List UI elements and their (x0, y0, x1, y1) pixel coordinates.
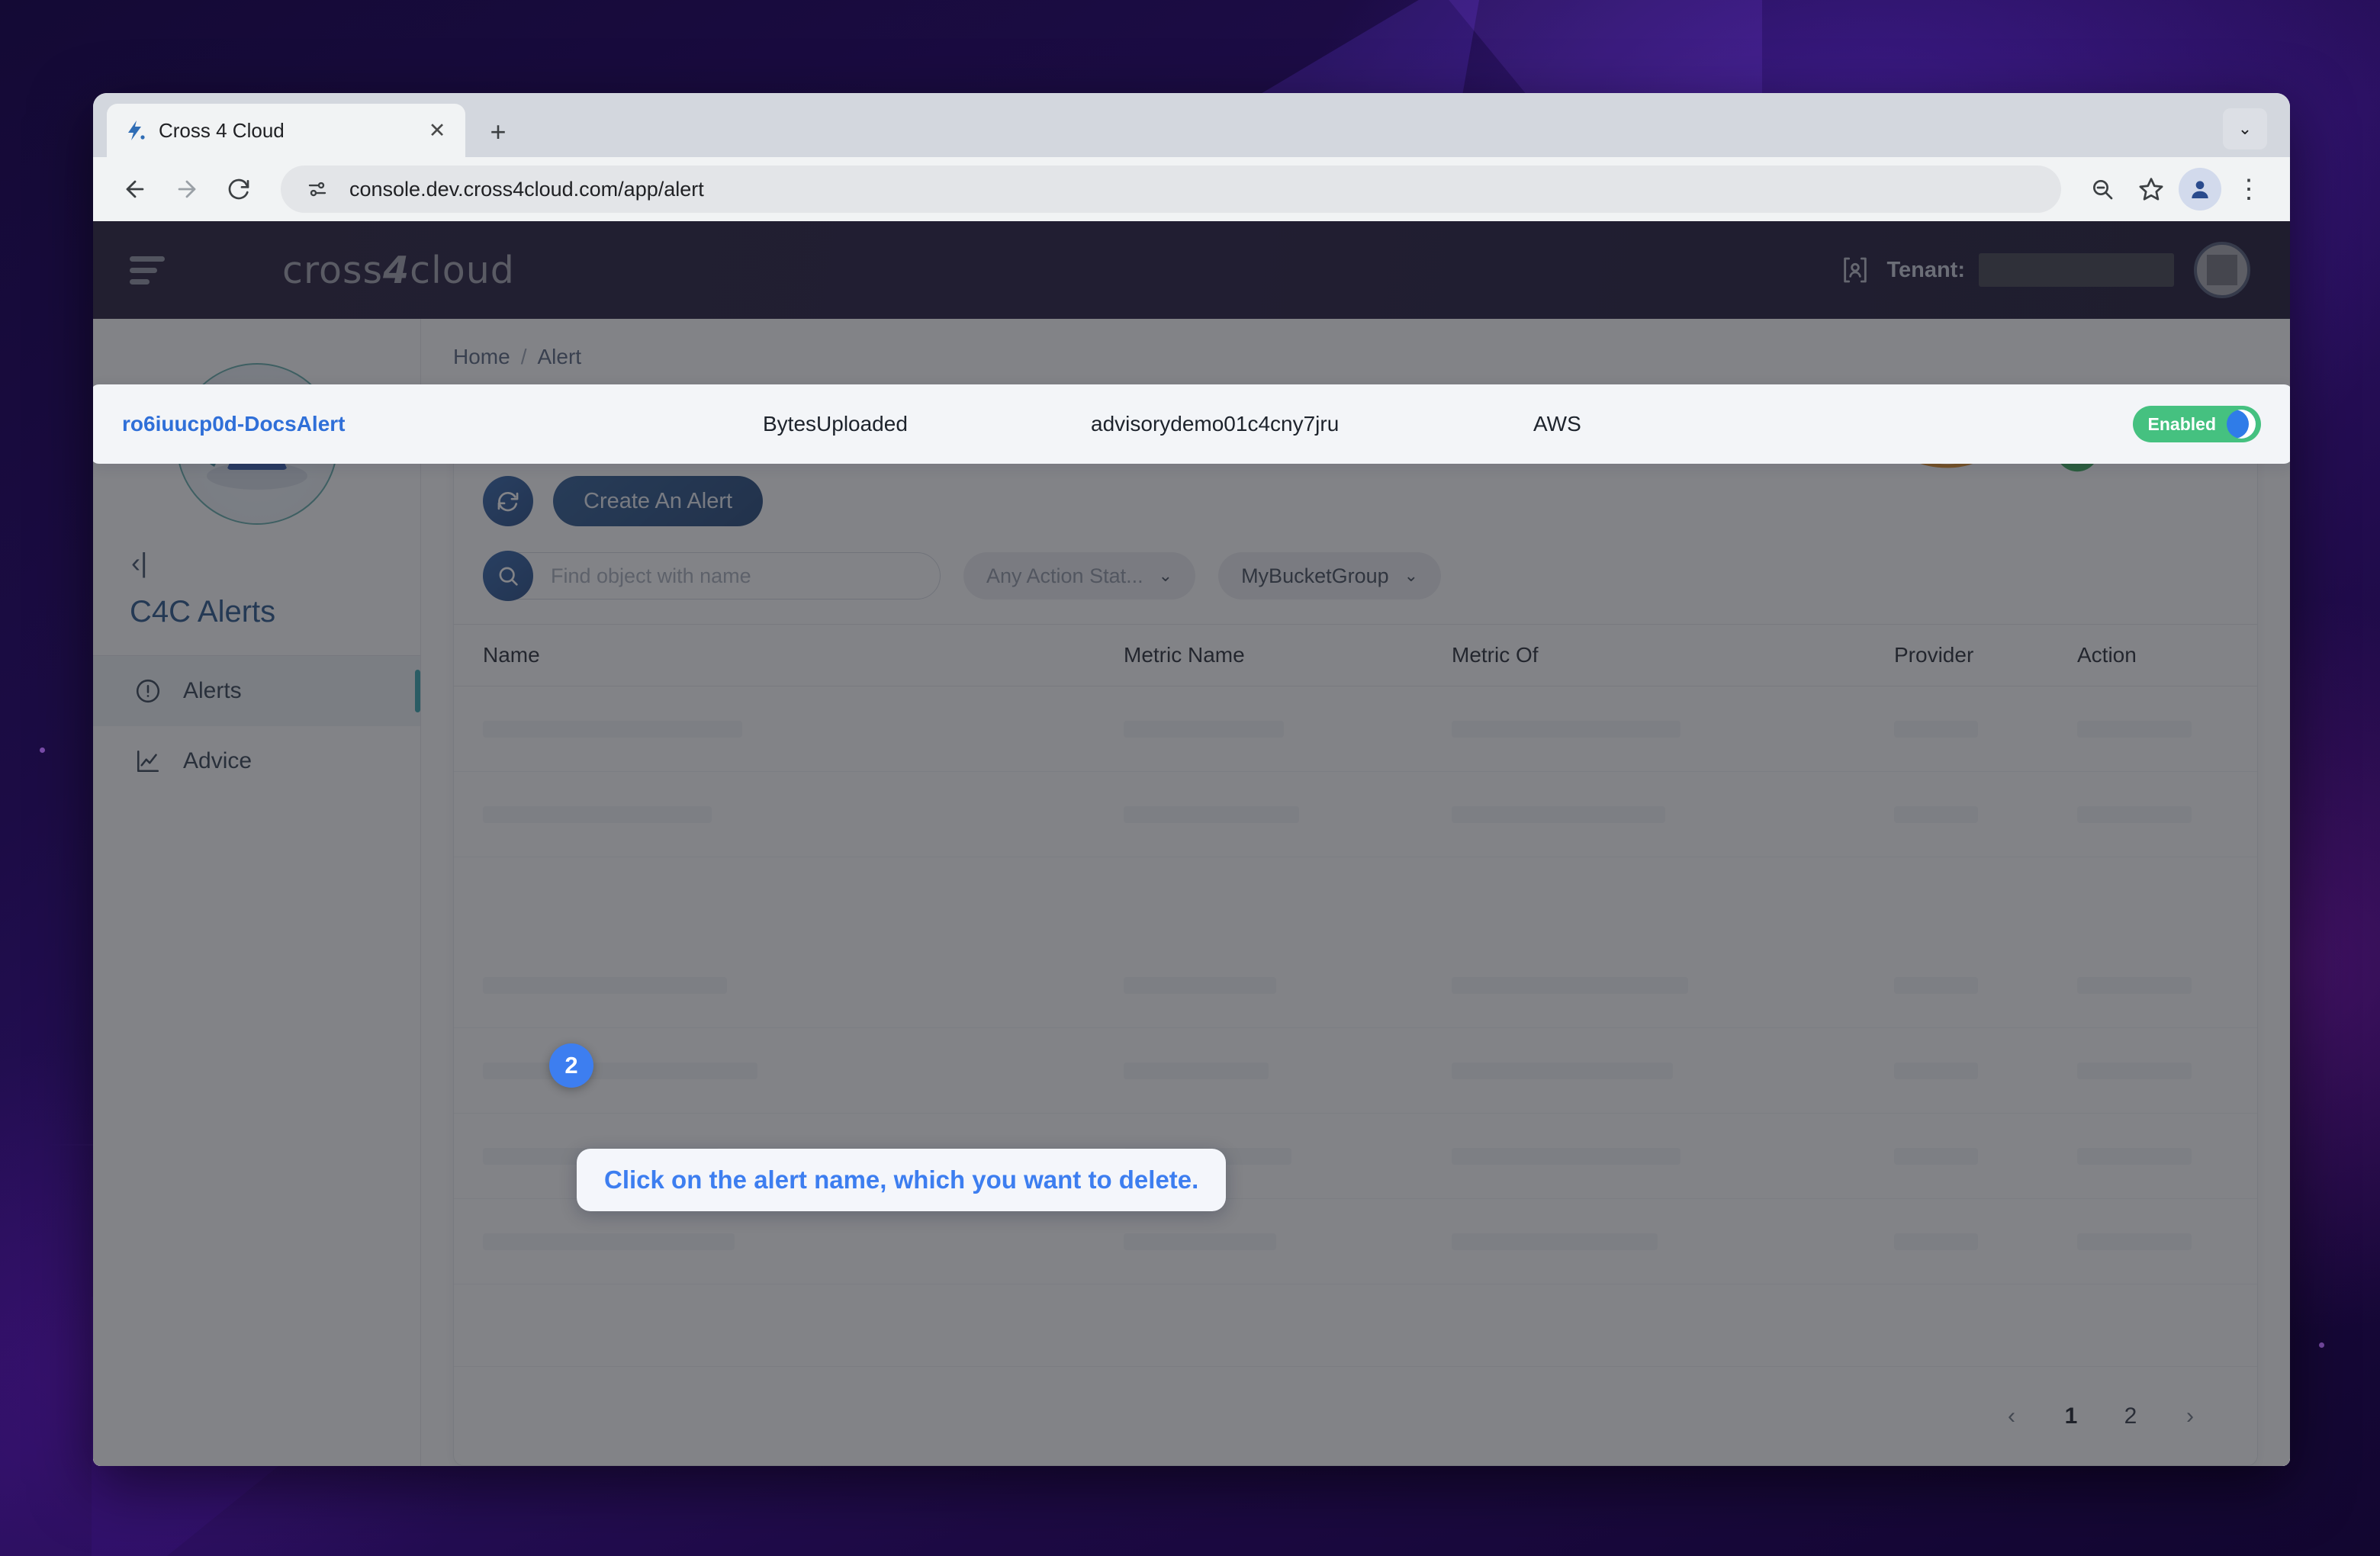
card-actions: Create An Alert (483, 476, 2228, 526)
site-settings-icon[interactable] (301, 172, 334, 206)
sidebar-collapse-button[interactable]: ‹| (131, 545, 172, 581)
chevron-down-icon: ⌄ (1158, 566, 1173, 585)
highlighted-alert-row[interactable]: ro6iuucp0d-DocsAlert BytesUploaded advis… (93, 384, 2290, 464)
alert-circle-icon (133, 676, 163, 706)
browser-tab-strip: Cross 4 Cloud ✕ + ⌄ (93, 93, 2290, 157)
status-toggle[interactable]: Enabled (2132, 406, 2261, 442)
bucket-group-value: MyBucketGroup (1241, 564, 1389, 587)
sidebar: ‹| C4C Alerts Alerts Advice (93, 319, 421, 1466)
pagination-page-2[interactable]: 2 (2108, 1394, 2153, 1439)
zoom-out-icon[interactable] (2081, 168, 2124, 211)
brand-post: cloud (410, 248, 515, 292)
close-icon[interactable]: ✕ (424, 117, 450, 143)
alert-metric-of: advisorydemo01c4cny7jru (1091, 412, 1340, 436)
alert-provider: AWS (1533, 412, 1581, 436)
column-header-action: Action (2077, 643, 2137, 667)
status-badge: Enabled (2147, 413, 2216, 434)
pagination-prev-button[interactable]: ‹ (1989, 1394, 2034, 1439)
coachmark-step-badge: 2 (549, 1043, 593, 1088)
browser-toolbar: console.dev.cross4cloud.com/app/alert ⋮ (93, 157, 2290, 221)
chevron-down-icon: ⌄ (1404, 566, 1419, 585)
chevron-down-icon[interactable]: ⌄ (2223, 108, 2267, 149)
search-icon[interactable] (483, 551, 533, 601)
sidebar-item-alerts[interactable]: Alerts (93, 656, 420, 726)
table-row[interactable] (454, 686, 2257, 772)
bucket-group-dropdown[interactable]: MyBucketGroup ⌄ (1218, 552, 1442, 600)
app-header-right: Tenant: (1838, 242, 2250, 298)
breadcrumb-home[interactable]: Home (453, 345, 510, 369)
url-text: console.dev.cross4cloud.com/app/alert (349, 177, 704, 201)
profile-avatar-icon[interactable] (2179, 168, 2221, 211)
reload-button[interactable] (217, 167, 261, 211)
coachmark-callout: Click on the alert name, which you want … (577, 1149, 1227, 1211)
pagination-next-button[interactable]: › (2167, 1394, 2213, 1439)
user-avatar[interactable] (2194, 242, 2250, 298)
app-header: cross 4 cloud Tenant: (93, 221, 2290, 319)
browser-window: Cross 4 Cloud ✕ + ⌄ console.dev.cross4cl… (93, 93, 2290, 1466)
breadcrumb-current: Alert (537, 345, 582, 368)
alert-list-card: Alert List (18) aws (453, 392, 2258, 1466)
table-row[interactable] (454, 772, 2257, 857)
table-body (454, 686, 2257, 1366)
browser-menu-icon[interactable]: ⋮ (2227, 168, 2270, 211)
star-icon[interactable] (2130, 168, 2173, 211)
table-row[interactable] (454, 943, 2257, 1028)
toggle-knob (2227, 410, 2256, 439)
browser-tab[interactable]: Cross 4 Cloud ✕ (107, 104, 465, 157)
column-header-provider: Provider (1894, 643, 1974, 667)
sidebar-item-label: Advice (183, 748, 252, 773)
search-field-wrapper (483, 551, 941, 601)
breadcrumb: Home / Alert (453, 345, 2258, 369)
back-button[interactable] (113, 167, 157, 211)
filters-row: Any Action Stat... ⌄ MyBucketGroup ⌄ (483, 551, 2228, 601)
sidebar-title: C4C Alerts (130, 595, 276, 629)
search-input[interactable] (483, 552, 941, 600)
main-content: Home / Alert Alert List (18) aws (421, 319, 2290, 1466)
background-dot (40, 747, 45, 753)
breadcrumb-separator: / (520, 345, 527, 368)
hamburger-menu-icon[interactable] (130, 252, 172, 288)
sidebar-item-label: Alerts (183, 678, 242, 703)
page-viewport: cross 4 cloud Tenant: ‹| C4C Alerts Aler… (93, 221, 2290, 1466)
column-header-metric-name: Metric Name (1124, 643, 1245, 667)
address-bar[interactable]: console.dev.cross4cloud.com/app/alert (281, 166, 2061, 213)
alert-name-link[interactable]: ro6iuucp0d-DocsAlert (122, 412, 346, 436)
tenant-label: Tenant: (1886, 257, 1965, 282)
forward-button[interactable] (165, 167, 209, 211)
action-status-dropdown[interactable]: Any Action Stat... ⌄ (963, 552, 1196, 600)
table-row[interactable] (454, 1199, 2257, 1284)
action-status-value: Any Action Stat... (986, 564, 1143, 587)
column-header-metric-of: Metric Of (1452, 643, 1539, 667)
user-card-icon (1838, 252, 1873, 288)
background-dot (2319, 1342, 2324, 1348)
create-alert-button[interactable]: Create An Alert (553, 476, 764, 526)
table-header-row: Name Metric Name Metric Of Provider Acti… (454, 624, 2257, 686)
toolbar-right-group: ⋮ (2081, 168, 2270, 211)
tenant-value-redacted (1979, 253, 2174, 287)
refresh-button[interactable] (483, 476, 533, 526)
cross4cloud-favicon-icon (122, 117, 148, 143)
line-chart-icon (133, 746, 163, 776)
brand-pre: cross (282, 248, 384, 292)
brand-four: 4 (383, 248, 410, 292)
pagination-page-1[interactable]: 1 (2048, 1394, 2094, 1439)
pagination: ‹ 1 2 › (454, 1366, 2257, 1465)
app-logo: cross 4 cloud (282, 249, 515, 292)
alert-table: Name Metric Name Metric Of Provider Acti… (454, 624, 2257, 1366)
sidebar-item-advice[interactable]: Advice (93, 726, 420, 796)
new-tab-button[interactable]: + (478, 111, 519, 153)
column-header-name: Name (483, 643, 540, 667)
desktop-background: Cross 4 Cloud ✕ + ⌄ console.dev.cross4cl… (0, 0, 2380, 1556)
browser-tab-title: Cross 4 Cloud (159, 118, 285, 142)
tenant-display: Tenant: (1838, 252, 2174, 288)
table-row[interactable] (454, 1028, 2257, 1114)
alert-metric-name: BytesUploaded (763, 412, 908, 436)
app-body: ‹| C4C Alerts Alerts Advice Home / Alert… (93, 319, 2290, 1466)
